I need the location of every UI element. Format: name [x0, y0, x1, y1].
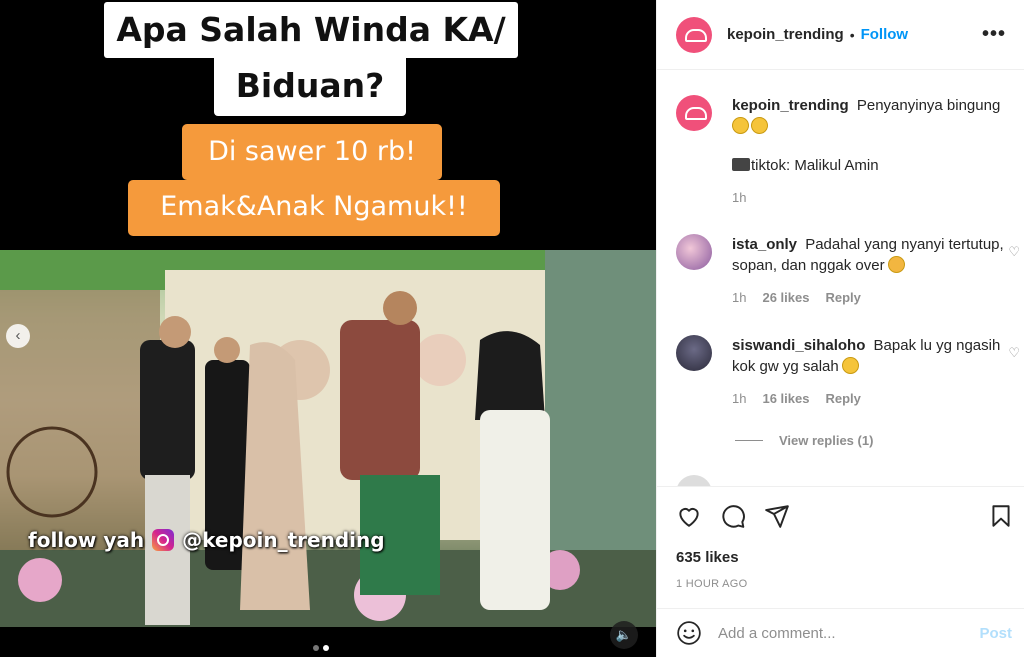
- avatar[interactable]: [676, 95, 712, 131]
- comment-likes[interactable]: 16 likes: [762, 391, 809, 406]
- comment-username[interactable]: siswandi_sihaloho: [732, 337, 865, 354]
- video-caption-line-2: Biduan?: [214, 58, 406, 116]
- caption-time: 1h: [732, 190, 747, 205]
- caption-body: kepoin_trending Penyanyinya bingung tikt…: [732, 95, 1006, 176]
- share-icon[interactable]: [764, 503, 790, 529]
- video-frame: [0, 250, 656, 627]
- comment-time: 1h: [732, 391, 747, 406]
- emoji-icon[interactable]: [676, 620, 702, 646]
- caption-item: kepoin_trending Penyanyinya bingung tikt…: [676, 95, 1006, 205]
- comment-item: siswandi_sihaloho Bapak lu yg ngasih kok…: [676, 335, 1020, 406]
- caption-credit: tiktok: Malikul Amin: [751, 157, 879, 174]
- carousel-dot-active: [323, 645, 329, 651]
- comment-item: ista_only Padahal yang nyanyi tertutup, …: [676, 234, 1020, 305]
- likes-count[interactable]: 635 likes: [676, 549, 739, 566]
- caption-username[interactable]: kepoin_trending: [732, 97, 849, 114]
- header-username[interactable]: kepoin_trending: [727, 26, 844, 43]
- video-caption-line-1: Apa Salah Winda KA/: [104, 2, 518, 58]
- video-caption-line-4: Emak&Anak Ngamuk!!: [128, 180, 500, 236]
- volume-icon[interactable]: 🔈: [610, 621, 638, 649]
- comment-body: siswandi_sihaloho Bapak lu yg ngasih kok…: [732, 335, 1006, 377]
- follow-text: follow yah: [28, 528, 145, 552]
- laughing-emoji-icon: [732, 117, 749, 134]
- carousel-dots: [313, 645, 329, 651]
- comments-list[interactable]: kepoin_trending Penyanyinya bingung tikt…: [657, 71, 1024, 486]
- post-media[interactable]: Apa Salah Winda KA/ Biduan? Di sawer 10 …: [0, 0, 656, 657]
- view-replies-button[interactable]: View replies (1): [735, 433, 873, 448]
- post-side-panel: kepoin_trending • Follow ••• kepoin_tren…: [656, 0, 1024, 657]
- instagram-logo-icon: [152, 529, 175, 551]
- bookmark-icon[interactable]: [988, 503, 1014, 529]
- comment-time: 1h: [732, 290, 747, 305]
- heart-icon[interactable]: [676, 503, 702, 529]
- more-horizontal-icon[interactable]: •••: [982, 24, 1006, 44]
- follow-handle: @kepoin_trending: [182, 528, 385, 552]
- comment-icon[interactable]: [720, 503, 746, 529]
- carousel-prev-button[interactable]: ‹: [6, 324, 30, 348]
- laughing-emoji-icon: [751, 117, 768, 134]
- video-follow-overlay: follow yah @kepoin_trending: [28, 526, 385, 554]
- comment-input[interactable]: [718, 624, 958, 642]
- post-button[interactable]: Post: [979, 625, 1012, 642]
- avatar[interactable]: [676, 475, 712, 486]
- post-header: kepoin_trending • Follow •••: [657, 0, 1024, 70]
- post-action-bar: 635 likes 1 HOUR AGO: [657, 486, 1024, 608]
- comment-meta: 1h 26 likes Reply: [732, 290, 1006, 305]
- comment-meta: 1h 16 likes Reply: [732, 391, 1006, 406]
- reply-button[interactable]: Reply: [825, 290, 860, 305]
- media-bottom-bar: [0, 627, 656, 657]
- caption-meta: 1h: [732, 190, 1006, 205]
- header-separator: •: [849, 26, 855, 43]
- rofl-emoji-icon: [841, 357, 859, 374]
- comment-likes[interactable]: 26 likes: [762, 290, 809, 305]
- follow-button[interactable]: Follow: [861, 26, 909, 43]
- avatar[interactable]: [676, 335, 712, 371]
- carousel-dot: [313, 645, 319, 651]
- comment-username[interactable]: ista_only: [732, 236, 797, 253]
- reply-button[interactable]: Reply: [825, 391, 860, 406]
- wedding-scene-image: [0, 250, 656, 627]
- heart-icon[interactable]: ♡: [1008, 244, 1020, 260]
- tv-emoji-icon: [732, 158, 750, 171]
- avatar[interactable]: [676, 16, 712, 53]
- avatar[interactable]: [676, 234, 712, 270]
- caption-text: Penyanyinya bingung: [856, 97, 1001, 114]
- sad-emoji-icon: [887, 256, 905, 273]
- comment-box: Post: [657, 608, 1024, 657]
- comment-body: ista_only Padahal yang nyanyi tertutup, …: [732, 234, 1006, 276]
- post-time: 1 HOUR AGO: [676, 578, 748, 590]
- video-caption-line-3: Di sawer 10 rb!: [182, 124, 442, 180]
- heart-icon[interactable]: ♡: [1008, 345, 1020, 361]
